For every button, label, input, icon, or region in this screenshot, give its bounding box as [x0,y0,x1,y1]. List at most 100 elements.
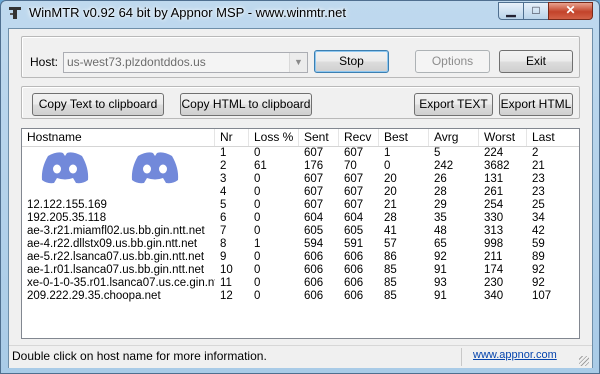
row-cell: 0 [254,225,261,237]
col-header-best[interactable]: Best [379,129,429,146]
table-row[interactable]: 4 0 607 607 20 28 261 23 [22,186,579,199]
export-html-button[interactable]: Export HTML [499,93,573,116]
row-cell: 85 [384,290,397,302]
row-hostname[interactable]: 209.222.29.35.choopa.net [27,290,215,303]
row-cell: 0 [254,147,261,159]
row-hostname[interactable]: 192.205.35.118 [27,212,215,225]
row-cell: 3682 [484,160,510,172]
col-header-last[interactable]: Last [527,129,579,146]
row-cell: 9 [220,251,227,263]
row-cell: 1 [254,238,261,250]
export-text-button[interactable]: Export TEXT [414,93,493,116]
col-header-recv[interactable]: Recv [339,129,379,146]
col-header-hostname[interactable]: Hostname [22,129,215,146]
row-cell: 2 [220,160,227,172]
table-row[interactable]: ae-5.r22.lsanca07.us.bb.gin.ntt.net 9 0 606… [22,251,579,264]
table-row[interactable]: ae-3.r21.miamfl02.us.bb.gin.ntt.net 7 0 605… [22,225,579,238]
row-cell: 224 [484,147,504,159]
row-cell: 230 [484,277,504,289]
exit-button[interactable]: Exit [499,50,573,73]
row-cell: 85 [384,277,397,289]
row-cell: 85 [384,264,397,276]
row-hostname[interactable]: ae-4.r22.dllstx09.us.bb.gin.ntt.net [27,238,215,251]
row-cell: 605 [344,225,364,237]
row-cell: 29 [434,199,447,211]
copy-text-button[interactable]: Copy Text to clipboard [32,93,164,116]
row-cell: 23 [532,173,545,185]
col-header-avrg[interactable]: Avrg [429,129,479,146]
row-cell: 1 [384,147,391,159]
row-cell: 0 [254,264,261,276]
row-cell: 604 [304,212,324,224]
row-cell: 70 [344,160,357,172]
row-cell: 12 [220,290,233,302]
window-title: WinMTR v0.92 64 bit by Appnor MSP - www.… [29,5,346,20]
row-cell: 5 [220,199,227,211]
row-cell: 4 [220,186,227,198]
col-header-worst[interactable]: Worst [479,129,527,146]
row-cell: 606 [304,290,324,302]
close-button[interactable]: ✕ [548,2,593,20]
title-bar[interactable]: WinMTR v0.92 64 bit by Appnor MSP - www.… [1,1,599,25]
row-cell: 606 [344,277,364,289]
row-cell: 313 [484,225,504,237]
row-cell: 606 [304,251,324,263]
row-cell: 330 [484,212,504,224]
options-button[interactable]: Options [415,50,490,73]
row-hostname[interactable]: ae-1.r01.lsanca07.us.bb.gin.ntt.net [27,264,215,277]
row-cell: 28 [434,186,447,198]
row-cell: 35 [434,212,447,224]
row-cell: 0 [254,251,261,263]
row-cell: 21 [384,199,397,211]
row-cell: 606 [344,251,364,263]
dropdown-arrow-icon[interactable]: ▼ [289,53,307,72]
host-label: Host: [30,55,59,69]
copy-html-button[interactable]: Copy HTML to clipboard [180,93,312,116]
col-header-nr[interactable]: Nr [215,129,249,146]
app-icon [9,7,21,19]
row-cell: 131 [484,173,504,185]
minimize-button[interactable]: ▁ [498,2,524,20]
maximize-button[interactable]: □ [523,2,549,20]
stop-button[interactable]: Stop [314,50,389,73]
row-cell: 242 [434,160,454,172]
row-cell: 607 [304,186,324,198]
size-grip-icon[interactable] [579,356,589,366]
row-cell: 3 [220,173,227,185]
appnor-link[interactable]: www.appnor.com [473,349,557,361]
table-row[interactable]: ae-1.r01.lsanca07.us.bb.gin.ntt.net 10 0 60… [22,264,579,277]
row-cell: 28 [384,212,397,224]
table-row[interactable]: ae-4.r22.dllstx09.us.bb.gin.ntt.net 8 1 594… [22,238,579,251]
row-cell: 20 [384,186,397,198]
table-row[interactable]: 2 61 176 70 0 242 3682 21 [22,160,579,173]
row-hostname[interactable]: ae-3.r21.miamfl02.us.bb.gin.ntt.net [27,225,215,238]
row-cell: 0 [254,173,261,185]
table-row[interactable]: 3 0 607 607 20 26 131 23 [22,173,579,186]
row-hostname[interactable]: 12.122.155.169 [27,199,215,212]
row-cell: 25 [532,199,545,211]
row-cell: 86 [384,251,397,263]
table-row[interactable]: 192.205.35.118 6 0 604 604 28 35 330 34 [22,212,579,225]
row-cell: 606 [344,290,364,302]
row-hostname[interactable]: ae-5.r22.lsanca07.us.bb.gin.ntt.net [27,251,215,264]
row-cell: 607 [304,173,324,185]
row-cell: 10 [220,264,233,276]
table-row[interactable]: 1 0 607 607 1 5 224 2 [22,147,579,160]
table-row[interactable]: 12.122.155.169 5 0 607 607 21 29 254 25 [22,199,579,212]
row-cell: 41 [384,225,397,237]
status-bar: Double click on host name for more infor… [9,345,592,368]
table-row[interactable]: 209.222.29.35.choopa.net 12 0 606 606 85 91 340… [22,290,579,303]
row-hostname[interactable]: xe-0-1-0-35.r01.lsanca07.us.ce.gin.ntt..… [27,277,215,290]
row-cell: 26 [434,173,447,185]
row-cell: 7 [220,225,227,237]
table-row[interactable]: xe-0-1-0-35.r01.lsanca07.us.ce.gin.ntt..… [22,277,579,290]
row-cell: 21 [532,160,545,172]
row-cell: 61 [254,160,267,172]
row-cell: 605 [304,225,324,237]
trace-results-list[interactable]: Hostname Nr Loss % Sent Recv Best Avrg W… [21,128,580,339]
col-header-sent[interactable]: Sent [299,129,339,146]
col-header-loss[interactable]: Loss % [249,129,299,146]
host-combo[interactable]: us-west73.plzdontddos.us ▼ [63,52,308,73]
client-area: Host: us-west73.plzdontddos.us ▼ Stop Op… [8,28,593,368]
host-combo-value: us-west73.plzdontddos.us [67,55,206,69]
